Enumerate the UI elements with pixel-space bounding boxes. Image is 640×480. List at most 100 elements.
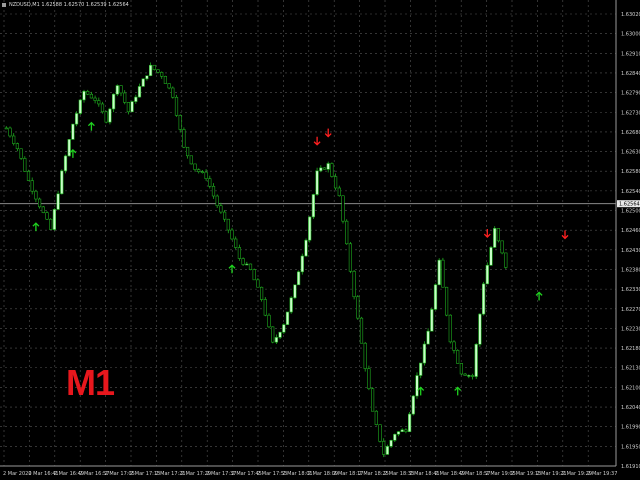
candle-body — [285, 311, 290, 325]
candle-body — [230, 229, 234, 240]
candle-body — [63, 155, 68, 172]
candle-body — [415, 375, 419, 397]
candle-body — [245, 263, 249, 266]
candle-body — [130, 101, 134, 113]
candle-body — [186, 146, 190, 157]
candle-body — [234, 238, 238, 248]
candle-body — [319, 167, 323, 172]
candle-body — [448, 314, 452, 343]
candle-body — [71, 123, 75, 140]
current-price-label: 1.62564 — [619, 202, 640, 208]
candle-body — [41, 206, 45, 213]
candle-body — [211, 186, 216, 197]
candle-body — [163, 76, 168, 84]
candle-body — [12, 135, 16, 144]
candle-body — [419, 362, 423, 376]
candle-body — [267, 314, 271, 328]
candle-body — [274, 337, 279, 343]
candle-body — [393, 433, 397, 441]
candle-body — [470, 375, 475, 377]
candle-body — [182, 129, 186, 148]
candle-body — [367, 368, 371, 389]
candle-body — [259, 286, 264, 300]
candle-body — [293, 284, 297, 299]
price-chart[interactable]: 1.63020 1.63000 1.62910 1.62840 1.62790 1.627… — [0, 0, 640, 480]
candle-body — [345, 220, 349, 245]
candle-body — [178, 115, 182, 130]
candle-body — [300, 255, 304, 273]
price-tick-label: 1.62130 — [621, 366, 640, 372]
candle-body — [407, 413, 412, 433]
candle-body — [100, 103, 105, 113]
price-tick-label: 1.61990 — [621, 425, 640, 431]
price-tick-label: 1.62230 — [621, 326, 640, 332]
candle-body — [400, 429, 404, 432]
candle-body — [56, 193, 60, 210]
price-tick-label: 1.61950 — [621, 444, 640, 450]
candle-body — [263, 299, 267, 316]
candle-body — [237, 247, 242, 259]
candle-body — [137, 86, 142, 98]
candle-body — [396, 431, 401, 435]
candle-body — [382, 441, 386, 455]
candle-body — [49, 218, 53, 230]
price-tick-label: 1.62430 — [621, 248, 640, 254]
price-tick-label: 1.62380 — [621, 267, 640, 273]
candle-body — [104, 111, 108, 123]
candle-body — [67, 139, 71, 157]
price-tick-label: 1.62680 — [621, 130, 640, 136]
candle-body — [459, 363, 464, 375]
candle-body — [315, 170, 319, 195]
candle-body — [252, 269, 256, 281]
candle-body — [430, 309, 434, 332]
candle-body — [426, 330, 430, 345]
candle-body — [467, 375, 471, 377]
candle-body — [108, 108, 112, 123]
candle-body — [385, 446, 390, 455]
candle-body — [78, 99, 82, 114]
candle-body — [89, 93, 93, 99]
price-tick-label: 1.62270 — [621, 307, 640, 313]
signal-arrows — [32, 121, 569, 396]
price-tick-label: 1.62330 — [621, 287, 640, 293]
candle-body — [37, 198, 42, 208]
candle-body — [204, 171, 208, 179]
candle-body — [52, 209, 56, 230]
candle-body — [433, 284, 438, 310]
candle-body — [19, 148, 23, 159]
candle-body — [282, 324, 286, 333]
candle-body — [112, 93, 116, 110]
candle-body — [308, 216, 312, 241]
candle-body — [45, 212, 49, 220]
candle-body — [296, 271, 301, 286]
candle-body — [123, 92, 127, 103]
candle-body — [219, 205, 223, 213]
time-tick-label: 2 Mar 19:37 — [587, 471, 617, 477]
candle-body — [322, 167, 327, 170]
price-tick-label: 1.62730 — [621, 110, 640, 116]
chart-window[interactable]: 1.63020 1.63000 1.62910 1.62840 1.62790 1.627… — [0, 0, 640, 480]
price-tick-label: 1.62460 — [621, 228, 640, 234]
candle-body — [374, 410, 378, 425]
candle-body — [444, 286, 449, 316]
candle-body — [156, 69, 160, 73]
price-tick-label: 1.62100 — [621, 385, 640, 391]
candle-body — [489, 247, 493, 266]
candle-body — [248, 263, 253, 270]
price-tick-label: 1.61910 — [621, 464, 640, 470]
price-tick-label: 1.62910 — [621, 51, 640, 57]
candle-body — [474, 343, 478, 377]
price-tick-label: 1.62180 — [621, 346, 640, 352]
candle-body — [226, 218, 230, 231]
candle-body — [363, 342, 367, 369]
candle-body — [223, 211, 227, 220]
candle-body — [126, 102, 130, 113]
candle-body — [60, 170, 64, 195]
candle-body — [134, 96, 138, 102]
candle-body — [193, 163, 197, 170]
candle-body — [75, 113, 79, 125]
candle-body — [256, 279, 260, 288]
price-tick-label: 1.62790 — [621, 91, 640, 97]
candle-body — [493, 228, 497, 248]
candle-body — [26, 171, 31, 181]
